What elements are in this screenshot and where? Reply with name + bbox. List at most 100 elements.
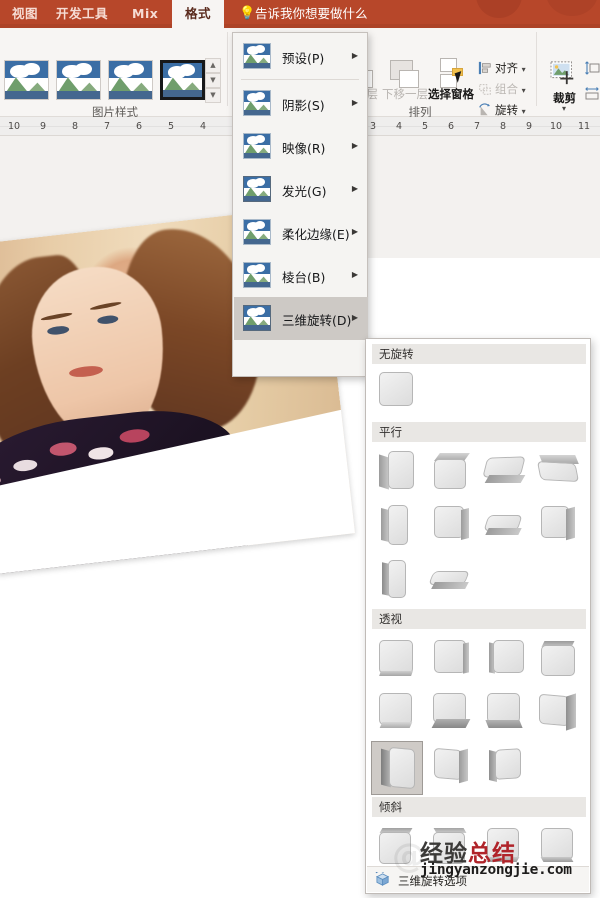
gallery-item-perspective-6[interactable] <box>427 689 475 737</box>
menu-divider <box>241 79 359 80</box>
send-backward-label[interactable]: 下移一层 <box>382 86 428 102</box>
powerpoint-window: 视图 开发工具 Mix 格式 💡 告诉我你想要做什么 <box>0 0 600 898</box>
group-button: 组合 ▾ <box>478 80 526 98</box>
gallery-item-perspective-11[interactable] <box>481 743 529 791</box>
gallery-item-perspective-1[interactable] <box>373 635 421 683</box>
gallery-item-perspective-2[interactable] <box>427 635 475 683</box>
menu-item-label: 预设(P) <box>282 48 324 67</box>
rotate-label: 旋转 <box>495 103 518 117</box>
menu-item-label: 阴影(S) <box>282 95 325 114</box>
menu-item-preset[interactable]: 预设(P) ▶ <box>234 35 368 78</box>
gallery-item-parallel-6[interactable] <box>427 501 475 549</box>
gallery-item-parallel-2[interactable] <box>427 447 475 495</box>
gallery-footer[interactable]: 三维旋转选项 <box>367 866 589 892</box>
tab-view[interactable]: 视图 <box>4 0 46 28</box>
align-button[interactable]: 对齐 ▾ <box>478 59 526 77</box>
chevron-down-icon-crop[interactable]: ▾ <box>562 104 566 113</box>
3d-rotation-icon <box>243 305 271 331</box>
picture-effects-menu[interactable]: 预设(P) ▶ 阴影(S) ▶ 映像(R) ▶ 发光(G) <box>232 32 368 377</box>
reflection-icon <box>243 133 271 159</box>
gallery-item-parallel-5[interactable] <box>373 501 421 549</box>
shadow-icon <box>243 90 271 116</box>
gallery-item-oblique-3[interactable] <box>481 823 529 871</box>
gallery-item-parallel-1[interactable] <box>373 447 421 495</box>
gallery-footer-label: 三维旋转选项 <box>398 873 467 889</box>
menu-item-bevel[interactable]: 棱台(B) ▶ <box>234 254 368 297</box>
bevel-icon <box>243 262 271 288</box>
picture-style-thumb-1[interactable] <box>4 60 49 100</box>
gallery-item-oblique-2[interactable] <box>427 823 475 871</box>
chevron-down-icon-group: ▾ <box>522 86 526 95</box>
gallery-scroll-buttons[interactable]: ▲ ▼ ▼ <box>205 58 221 104</box>
shape-width-field[interactable] <box>584 86 600 106</box>
titlebar-decoration <box>476 0 522 18</box>
gallery-section-header-no-rotation: 无旋转 <box>372 344 586 364</box>
ribbon-separator-2 <box>536 32 537 106</box>
chevron-right-icon: ▶ <box>352 227 358 236</box>
selection-pane-label[interactable]: 选择窗格 <box>428 86 474 102</box>
gallery-item-parallel-9[interactable] <box>373 555 421 603</box>
soft-edges-icon <box>243 219 271 245</box>
menu-item-label: 三维旋转(D) <box>282 310 351 329</box>
tab-mix[interactable]: Mix <box>124 0 166 28</box>
gallery-scroll-down-icon[interactable]: ▼ <box>205 73 221 88</box>
preset-icon <box>243 43 271 69</box>
shape-height-field[interactable] <box>584 60 600 80</box>
gallery-more-icon[interactable]: ▼ <box>205 88 221 103</box>
picture-style-thumb-4-selected[interactable] <box>160 60 205 100</box>
gallery-item-perspective-7[interactable] <box>481 689 529 737</box>
gallery-item-perspective-9-selected[interactable] <box>371 741 423 795</box>
gallery-item-no-rotation[interactable] <box>373 367 421 415</box>
menu-item-label: 柔化边缘(E) <box>282 224 350 243</box>
ribbon-tab-strip: 视图 开发工具 Mix 格式 💡 告诉我你想要做什么 <box>0 0 600 28</box>
gallery-item-parallel-4[interactable] <box>535 447 583 495</box>
gallery-item-perspective-5[interactable] <box>373 689 421 737</box>
picture-styles-gallery[interactable] <box>2 60 202 103</box>
gallery-item-oblique-1[interactable] <box>373 823 421 871</box>
chevron-right-icon: ▶ <box>352 141 358 150</box>
gallery-scroll-up-icon[interactable]: ▲ <box>205 58 221 73</box>
crop-icon[interactable] <box>549 60 579 90</box>
picture-style-thumb-2[interactable] <box>56 60 101 100</box>
gallery-item-parallel-10[interactable] <box>427 555 475 603</box>
gallery-item-perspective-4[interactable] <box>535 635 583 683</box>
lightbulb-icon: 💡 <box>239 6 251 22</box>
gallery-item-parallel-7[interactable] <box>481 501 529 549</box>
chevron-right-icon: ▶ <box>352 313 358 322</box>
gallery-section-header-perspective: 透视 <box>372 609 586 629</box>
group-label: 组合 <box>495 82 518 96</box>
menu-item-label: 发光(G) <box>282 181 326 200</box>
titlebar-decoration-2 <box>546 0 598 16</box>
3d-rotation-options-icon <box>375 872 392 888</box>
gallery-item-perspective-8[interactable] <box>535 689 583 737</box>
glow-icon <box>243 176 271 202</box>
group-icon <box>478 82 492 101</box>
menu-item-shadow[interactable]: 阴影(S) ▶ <box>234 82 368 125</box>
picture-style-thumb-3[interactable] <box>108 60 153 100</box>
3d-rotation-gallery[interactable]: 无旋转 平行 <box>365 338 591 894</box>
menu-item-glow[interactable]: 发光(G) ▶ <box>234 168 368 211</box>
tab-developer[interactable]: 开发工具 <box>48 0 116 28</box>
chevron-right-icon: ▶ <box>352 270 358 279</box>
gallery-item-oblique-4[interactable] <box>535 823 583 871</box>
gallery-section-header-parallel: 平行 <box>372 422 586 442</box>
menu-item-label: 棱台(B) <box>282 267 325 286</box>
gallery-item-parallel-3[interactable] <box>481 447 529 495</box>
menu-item-soft-edges[interactable]: 柔化边缘(E) ▶ <box>234 211 368 254</box>
chevron-down-icon-align[interactable]: ▾ <box>522 65 526 74</box>
chevron-right-icon: ▶ <box>352 184 358 193</box>
tab-format[interactable]: 格式 <box>172 0 224 28</box>
tell-me-input[interactable]: 告诉我你想要做什么 <box>255 0 368 28</box>
chevron-down-icon-rotate[interactable]: ▾ <box>522 107 526 116</box>
ribbon-separator-1 <box>227 32 228 106</box>
gallery-item-parallel-8[interactable] <box>535 501 583 549</box>
gallery-section-header-oblique: 倾斜 <box>372 797 586 817</box>
chevron-right-icon: ▶ <box>352 51 358 60</box>
chevron-right-icon: ▶ <box>352 98 358 107</box>
align-label: 对齐 <box>495 61 518 75</box>
menu-item-label: 映像(R) <box>282 138 325 157</box>
menu-item-reflection[interactable]: 映像(R) ▶ <box>234 125 368 168</box>
gallery-item-perspective-10[interactable] <box>427 743 475 791</box>
gallery-item-perspective-3[interactable] <box>481 635 529 683</box>
menu-item-3d-rotation[interactable]: 三维旋转(D) ▶ <box>234 297 368 340</box>
